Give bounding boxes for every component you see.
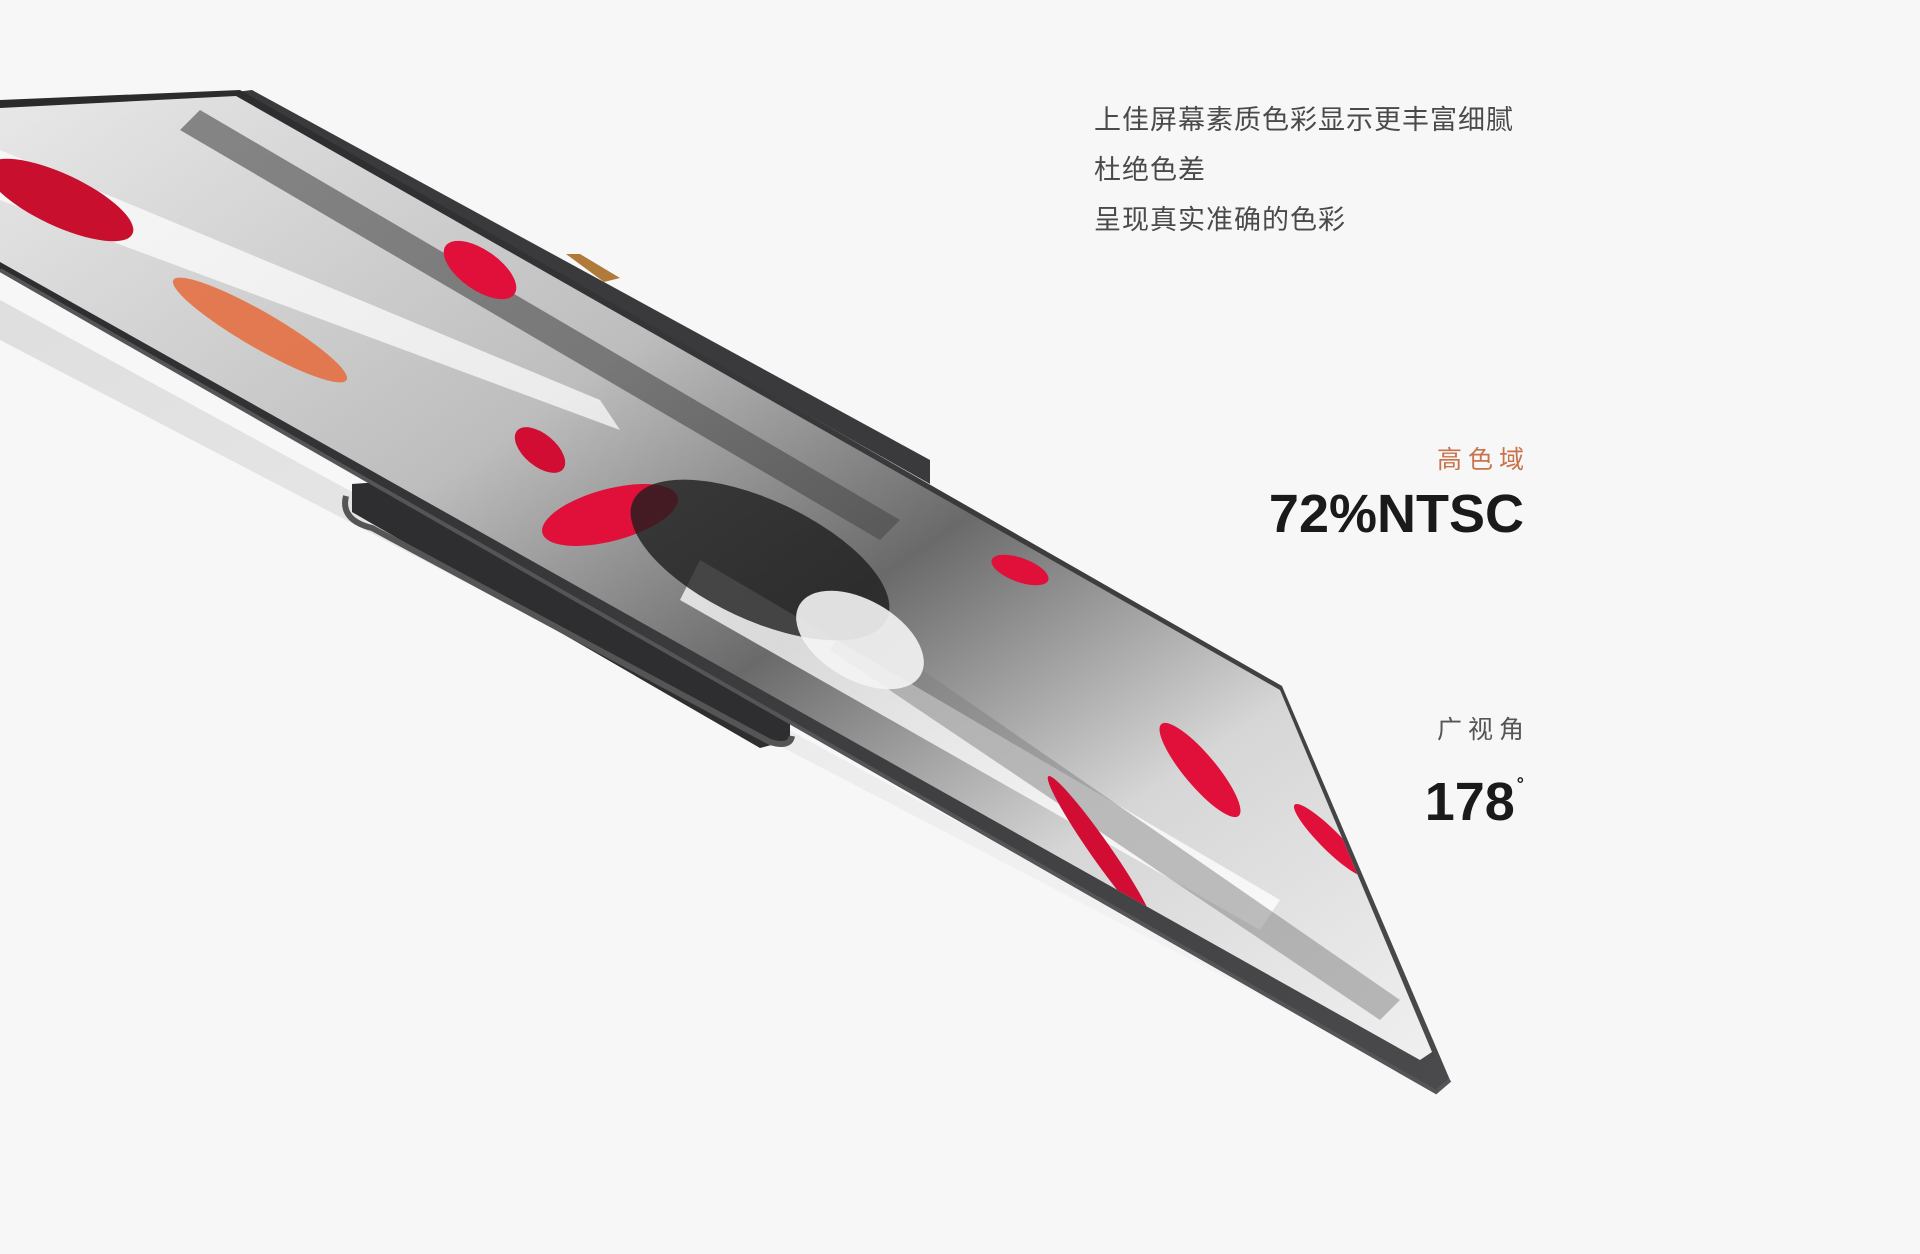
spec-color-gamut: 高色域 72%NTSC (1269, 444, 1524, 546)
spec-gamut-value: 72%NTSC (1268, 484, 1524, 544)
degree-symbol: ° (1516, 774, 1524, 794)
spec-angle-value-wrap: 178 ° (1425, 752, 1524, 834)
spec-viewing-angle: 广视角 178 ° (1425, 714, 1524, 834)
spec-angle-value: 178 (1424, 772, 1515, 832)
spec-gamut-label: 高色域 (1436, 445, 1530, 474)
intro-line: 杜绝色差 (1094, 155, 1206, 186)
intro-text: 上佳屏幕素质色彩显示更丰富细腻 杜绝色差 呈现真实准确的色彩 (1094, 96, 1594, 246)
monitor-illustration (0, 90, 1460, 1100)
intro-line: 上佳屏幕素质色彩显示更丰富细腻 (1094, 105, 1514, 136)
product-feature-page: 上佳屏幕素质色彩显示更丰富细腻 杜绝色差 呈现真实准确的色彩 高色域 72%NT… (0, 0, 1920, 1254)
intro-line: 呈现真实准确的色彩 (1094, 205, 1346, 236)
spec-angle-label: 广视角 (1436, 715, 1530, 744)
